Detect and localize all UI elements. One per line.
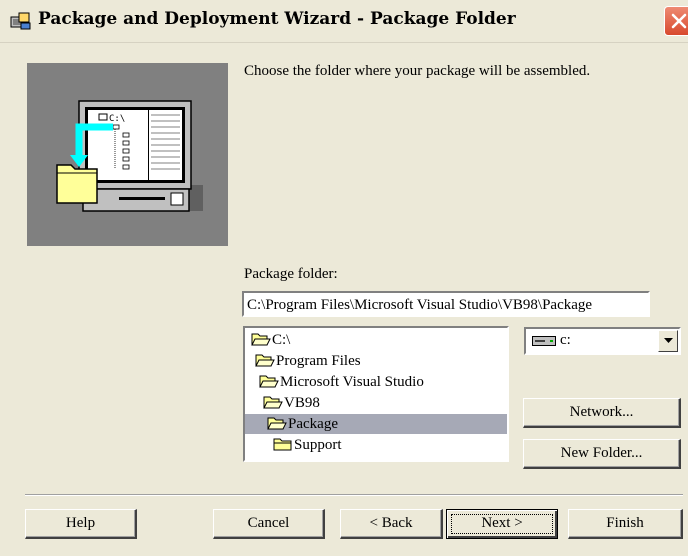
drive-select-value: c:	[560, 332, 571, 348]
drive-select-dropdown-button[interactable]	[658, 330, 678, 352]
wizard-illustration: C:\	[27, 63, 228, 246]
tree-item-package[interactable]: Package	[267, 414, 338, 434]
drive-select[interactable]: c:	[524, 327, 681, 355]
tree-item-label: Support	[294, 437, 342, 453]
setup-wizard-icon	[10, 12, 31, 30]
tree-item-label: VB98	[284, 395, 320, 411]
instruction-text: Choose the folder where your package wil…	[244, 63, 591, 79]
package-folder-input[interactable]: C:\Program Files\Microsoft Visual Studio…	[242, 291, 650, 317]
folder-icon	[273, 438, 292, 451]
close-button[interactable]	[664, 6, 688, 36]
footer-separator	[25, 494, 683, 496]
chevron-down-icon	[664, 338, 673, 343]
finish-button[interactable]: Finish	[568, 509, 683, 539]
tree-item-vb98[interactable]: VB98	[263, 393, 320, 413]
cancel-button[interactable]: Cancel	[213, 509, 325, 539]
open-folder-icon	[263, 396, 283, 409]
focus-rectangle	[451, 514, 553, 534]
package-folder-label: Package folder:	[244, 266, 338, 282]
open-folder-icon	[267, 417, 287, 430]
help-button[interactable]: Help	[25, 509, 137, 539]
open-folder-icon	[259, 375, 279, 388]
close-icon	[671, 13, 687, 29]
computer-folder-illustration: C:\	[56, 100, 203, 212]
tree-item-label: C:\	[272, 332, 291, 348]
tree-item-label: Package	[288, 416, 338, 432]
folder-tree[interactable]: C:\ Program Files Microsoft Visual Studi…	[243, 326, 509, 462]
open-folder-icon	[255, 354, 275, 367]
tree-item-label: Program Files	[276, 353, 361, 369]
new-folder-button[interactable]: New Folder...	[523, 439, 681, 469]
tree-item-support[interactable]: Support	[273, 435, 342, 455]
open-folder-icon	[251, 333, 271, 346]
tree-item-program-files[interactable]: Program Files	[255, 351, 361, 371]
screen-label: C:\	[109, 114, 125, 124]
drive-icon	[532, 336, 556, 346]
title-bar: Package and Deployment Wizard - Package …	[0, 0, 688, 43]
tree-item-microsoft-visual-studio[interactable]: Microsoft Visual Studio	[259, 372, 424, 392]
network-button[interactable]: Network...	[523, 398, 681, 428]
next-button[interactable]: Next >	[446, 509, 558, 539]
tree-item-c[interactable]: C:\	[251, 330, 290, 350]
back-button[interactable]: < Back	[340, 509, 443, 539]
window-title: Package and Deployment Wizard - Package …	[38, 9, 516, 29]
tree-item-label: Microsoft Visual Studio	[280, 374, 424, 390]
